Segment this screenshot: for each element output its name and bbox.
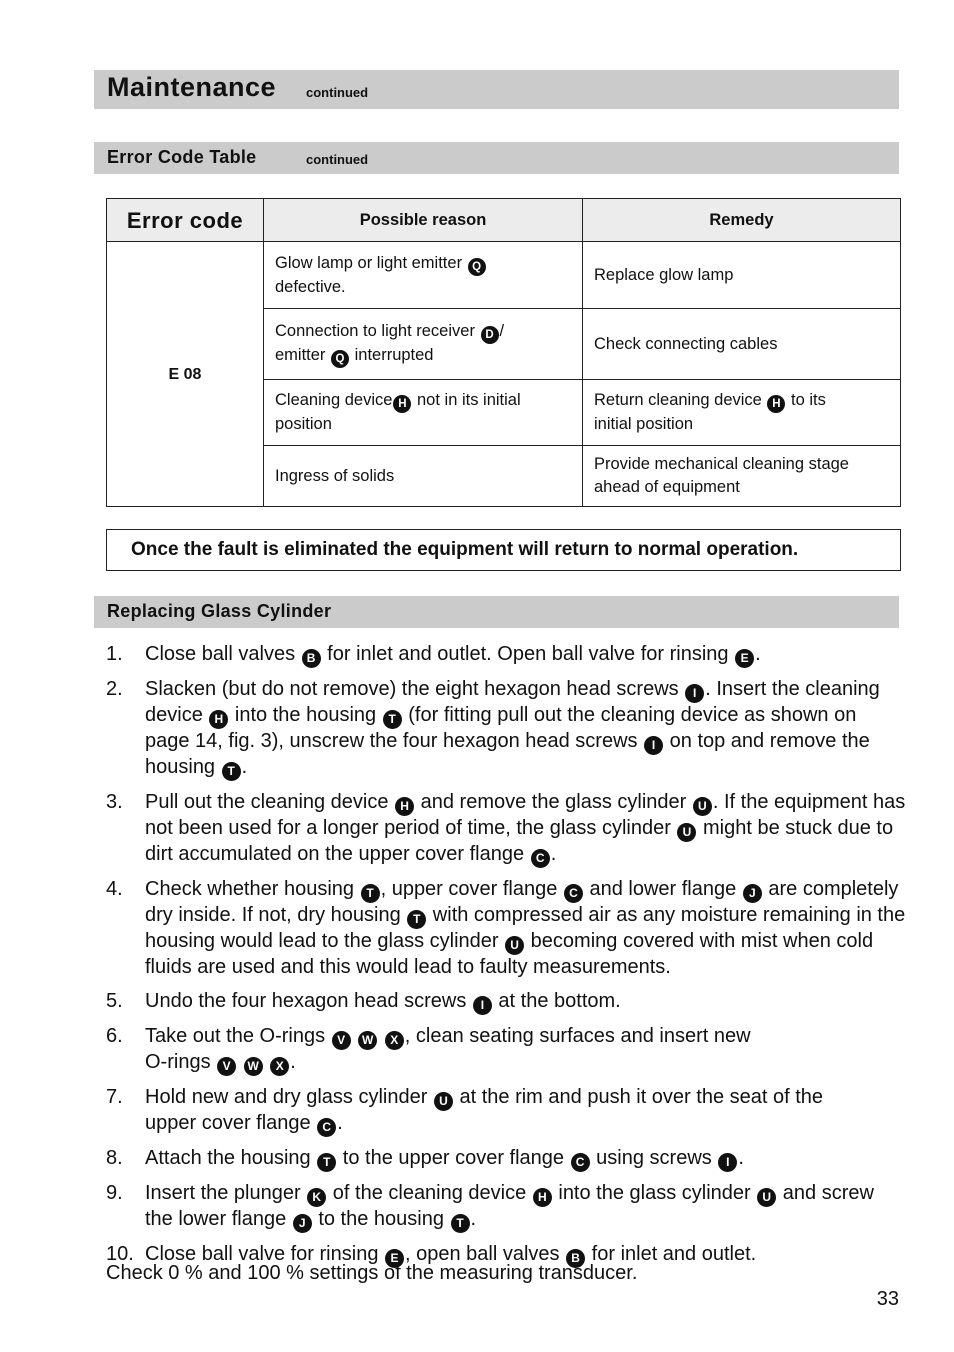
part-marker-d-icon: D — [480, 326, 499, 344]
step-item: 1. Close ball valves B for inlet and outl… — [106, 642, 906, 668]
section-header-replacing-glass-cylinder: Replacing Glass Cylinder — [94, 596, 899, 628]
part-marker-u-icon: U — [433, 1092, 453, 1111]
part-marker-q-icon: Q — [467, 257, 486, 276]
part-marker-u-icon: U — [677, 823, 697, 842]
part-marker-u-icon: U — [505, 936, 525, 955]
step-item: 5. Undo the four hexagon head screws I at… — [106, 989, 906, 1015]
section-header-error-code-table: Error Code Table continued — [94, 142, 899, 174]
part-marker-h-icon: H — [532, 1188, 552, 1207]
step-number: 3. — [106, 791, 123, 813]
step-number: 7. — [106, 1086, 123, 1108]
header-remedy: Remedy — [582, 198, 901, 242]
steps-list: 1. Close ball valves B for inlet and outl… — [106, 642, 906, 1277]
part-marker-c-icon: C — [317, 1118, 337, 1137]
part-marker-u-icon: U — [692, 797, 712, 816]
part-marker-h-icon: H — [393, 395, 412, 413]
error-code-cell: E 08 — [106, 241, 264, 507]
part-marker-x-icon: X — [270, 1057, 290, 1076]
page-title: Maintenance — [107, 72, 277, 102]
part-marker-h-icon: H — [395, 797, 415, 816]
step-text: Check whether housing T, upper cover fla… — [145, 878, 906, 978]
fault-note-text: Once the fault is eliminated the equipme… — [131, 539, 799, 560]
reason-cell: Ingress of solids — [263, 445, 583, 507]
step-number: 5. — [106, 990, 123, 1012]
part-marker-i-icon: I — [644, 736, 664, 755]
header-error-code: Error code — [106, 198, 264, 242]
part-marker-v-icon: V — [217, 1057, 237, 1076]
error-section-continued-label: continued — [306, 152, 369, 167]
table-header-row: Error code Possible reason Remedy — [106, 198, 901, 242]
part-marker-t-icon: T — [360, 884, 380, 903]
part-marker-t-icon: T — [317, 1153, 337, 1172]
part-marker-k-icon: K — [307, 1188, 327, 1207]
step-item: 4. Check whether housing T, upper cover f… — [106, 877, 906, 980]
step-text: Pull out the cleaning device H and remov… — [145, 791, 905, 868]
step-item: 8. Attach the housing T to the upper cove… — [106, 1146, 906, 1172]
part-marker-h-icon: H — [209, 710, 229, 729]
part-marker-x-icon: X — [384, 1031, 404, 1050]
part-marker-e-icon: E — [735, 649, 755, 668]
part-marker-w-icon: W — [243, 1057, 263, 1076]
part-marker-c-icon: C — [530, 849, 550, 868]
part-marker-u-icon: U — [757, 1188, 777, 1207]
step-text: Hold new and dry glass cylinder U at the… — [145, 1086, 823, 1137]
table-row: E 08 Glow lamp or light emitter Qdefecti… — [106, 241, 901, 507]
step-number: 9. — [106, 1182, 123, 1204]
part-marker-c-icon: C — [563, 884, 583, 903]
reason-cell: Cleaning device H not in its initial posit… — [263, 379, 583, 446]
part-marker-t-icon: T — [221, 762, 241, 781]
part-marker-c-icon: C — [570, 1153, 590, 1172]
part-marker-v-icon: V — [331, 1031, 351, 1050]
step-item: 9. Insert the plunger K of the cleaning d… — [106, 1181, 906, 1233]
part-marker-j-icon: J — [742, 884, 762, 903]
part-marker-t-icon: T — [450, 1214, 470, 1233]
part-marker-i-icon: I — [685, 684, 705, 703]
part-marker-t-icon: T — [407, 910, 427, 929]
part-marker-t-icon: T — [382, 710, 402, 729]
page-number: 33 — [876, 1288, 899, 1310]
step-item: 7. Hold new and dry glass cylinder U at t… — [106, 1085, 906, 1137]
header-possible-reason: Possible reason — [263, 198, 583, 242]
step-number: 1. — [106, 643, 123, 665]
remedy-cell: Check connecting cables — [582, 308, 901, 380]
step-text: Attach the housing T to the upper cover … — [145, 1147, 744, 1172]
step-item: 3. Pull out the cleaning device H and rem… — [106, 790, 906, 868]
step-number: 8. — [106, 1147, 123, 1169]
part-marker-w-icon: W — [358, 1031, 378, 1050]
step-text: Slacken (but do not remove) the eight he… — [145, 678, 880, 781]
reason-cell: Glow lamp or light emitter Qdefective. — [263, 241, 583, 309]
part-marker-b-icon: B — [301, 649, 321, 668]
part-marker-q-icon: Q — [331, 350, 350, 368]
error-section-title: Error Code Table — [107, 147, 257, 167]
error-code-table: Error code Possible reason Remedy E 08 G… — [106, 198, 901, 507]
step-number: 4. — [106, 878, 123, 900]
fault-note-box: Once the fault is eliminated the equipme… — [106, 529, 901, 571]
replacing-section-title: Replacing Glass Cylinder — [107, 601, 332, 621]
step-text: Insert the plunger K of the cleaning dev… — [145, 1182, 874, 1233]
part-marker-j-icon: J — [292, 1214, 312, 1233]
step-text: Close ball valves B for inlet and outlet… — [145, 643, 761, 668]
step-item: 6. Take out the O-rings V W X, clean seat… — [106, 1024, 906, 1076]
closing-instruction: Check 0 % and 100 % settings of the meas… — [106, 1262, 638, 1284]
part-marker-i-icon: I — [472, 996, 492, 1015]
remedy-cell: Replace glow lamp — [582, 241, 901, 309]
step-text: Take out the O-rings V W X, clean seatin… — [145, 1025, 751, 1076]
step-item: 2. Slacken (but do not remove) the eight … — [106, 677, 906, 781]
step-number: 2. — [106, 678, 123, 700]
title-continued-label: continued — [306, 85, 369, 100]
part-marker-h-icon: H — [767, 395, 786, 413]
remedy-cell: Provide mechanical cleaning stage ahead o… — [582, 445, 901, 507]
section-header-maintenance: Maintenance continued — [94, 70, 899, 109]
reason-cell: Connection to light receiver D / emitter Q… — [263, 308, 583, 380]
step-text: Undo the four hexagon head screws I at t… — [145, 990, 621, 1015]
remedy-cell: Return cleaning device H to its initial p… — [582, 379, 901, 446]
step-number: 6. — [106, 1025, 123, 1047]
part-marker-i-icon: I — [718, 1153, 738, 1172]
